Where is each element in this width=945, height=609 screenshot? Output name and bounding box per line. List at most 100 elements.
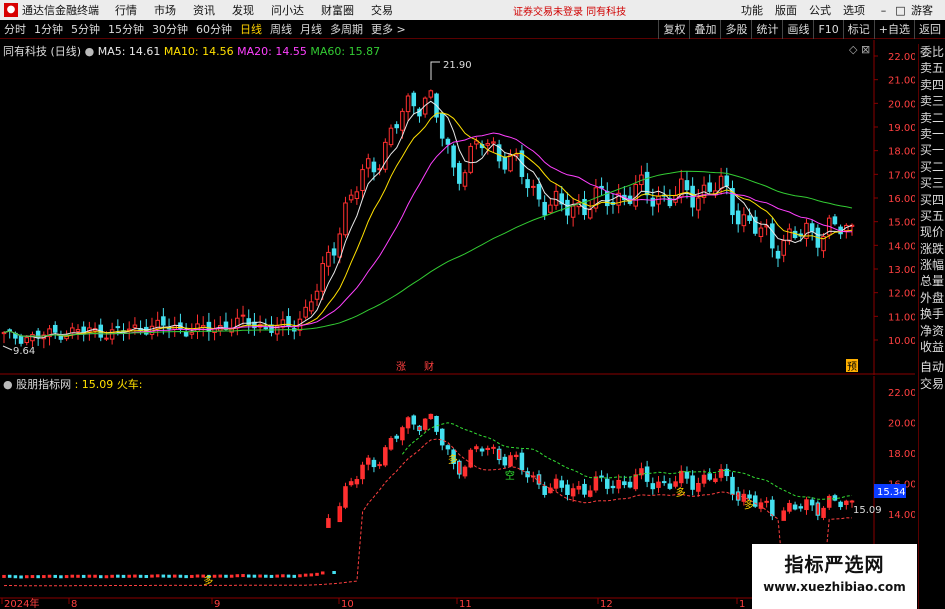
sidebar-item[interactable]: 买三 bbox=[919, 175, 945, 191]
sub-candle-body bbox=[195, 574, 200, 578]
chart-options-icon[interactable]: ◇ ⊠ bbox=[849, 43, 870, 56]
sidebar-item[interactable]: 现价 bbox=[919, 224, 945, 240]
sub-candle-body bbox=[622, 481, 627, 486]
sidebar-item[interactable]: 外盘 bbox=[919, 290, 945, 306]
sub-candle-body bbox=[133, 574, 137, 578]
sub-candle-body bbox=[701, 474, 707, 484]
x-tick-label: 10 bbox=[341, 599, 354, 609]
menu-wenxiaoda[interactable]: 问小达 bbox=[271, 2, 304, 18]
tab-60min[interactable]: 60分钟 bbox=[192, 21, 236, 37]
menu-banmian[interactable]: 版面 bbox=[775, 2, 797, 18]
candle-body bbox=[832, 216, 838, 225]
back-button[interactable]: 返回 bbox=[914, 20, 945, 39]
candle-body bbox=[684, 180, 690, 191]
tab-15min[interactable]: 15分钟 bbox=[104, 21, 148, 37]
candle-body bbox=[189, 332, 195, 335]
sub-candle-body bbox=[849, 500, 855, 503]
user-label[interactable]: 游客 bbox=[911, 2, 933, 18]
menu-shichang[interactable]: 市场 bbox=[154, 2, 176, 18]
sidebar-item[interactable]: 净资 bbox=[919, 323, 945, 339]
menu-hangqing[interactable]: 行情 bbox=[115, 2, 137, 18]
tab-weekly[interactable]: 周线 bbox=[266, 21, 296, 37]
kline-chart[interactable]: 22.00 21.00 20.00 19.00 18.00 17.00 16.00 15.00… bbox=[0, 40, 915, 375]
candle-body bbox=[371, 161, 377, 173]
auto-trade-label[interactable]: 交易 bbox=[919, 376, 945, 392]
tab-monthly[interactable]: 月线 bbox=[296, 21, 326, 37]
menu-faxian[interactable]: 发现 bbox=[232, 2, 254, 18]
tab-daily[interactable]: 日线 bbox=[236, 21, 266, 37]
menu-zixun[interactable]: 资讯 bbox=[193, 2, 215, 18]
maximize-icon[interactable]: □ bbox=[894, 4, 907, 17]
sub-candle-body bbox=[246, 574, 251, 578]
sub-candle-body bbox=[332, 571, 336, 575]
menu-gongshi[interactable]: 公式 bbox=[809, 2, 831, 18]
tab-more[interactable]: 更多 > bbox=[367, 21, 410, 37]
sub-candle-body bbox=[155, 574, 160, 578]
indicator-settings-icon[interactable]: ● bbox=[3, 378, 13, 391]
draw-line-button[interactable]: 画线 bbox=[782, 20, 813, 39]
minimize-icon[interactable]: – bbox=[877, 4, 890, 17]
sub-candle-body bbox=[400, 427, 405, 441]
sub-candle-body bbox=[673, 481, 678, 487]
indicator-value: : 15.09 bbox=[74, 378, 114, 391]
sidebar-item[interactable]: 卖五 bbox=[919, 60, 945, 76]
price-tick-label: 11.00 bbox=[888, 312, 915, 323]
auto-trade-label[interactable]: 自动 bbox=[919, 359, 945, 375]
tab-1min[interactable]: 1分钟 bbox=[30, 21, 67, 37]
sidebar-item[interactable]: 总量 bbox=[919, 273, 945, 289]
sub-candle-body bbox=[303, 573, 308, 577]
sub-candle-body bbox=[644, 466, 650, 482]
tab-multi-period[interactable]: 多周期 bbox=[326, 21, 367, 37]
stats-button[interactable]: 统计 bbox=[751, 20, 782, 39]
trade-login-notice[interactable]: 证券交易未登录 同有科技 bbox=[513, 3, 626, 18]
price-tick-label: 21.00 bbox=[888, 76, 915, 87]
overlay-button[interactable]: 叠加 bbox=[689, 20, 720, 39]
sub-tick-label: 18.00 bbox=[888, 449, 915, 460]
sidebar-item[interactable]: 买四 bbox=[919, 192, 945, 208]
candle-body bbox=[525, 179, 530, 189]
x-tick-label: 9 bbox=[214, 599, 220, 609]
sub-candle-body bbox=[491, 446, 496, 449]
sub-candle-body bbox=[70, 574, 75, 578]
menu-jiaoyi[interactable]: 交易 bbox=[371, 2, 393, 18]
settings-icon[interactable]: ● bbox=[85, 45, 95, 58]
sub-candle-body bbox=[559, 480, 565, 488]
f10-button[interactable]: F10 bbox=[813, 20, 842, 39]
menu-caifuquan[interactable]: 财富圈 bbox=[321, 2, 354, 18]
tab-5min[interactable]: 5分钟 bbox=[67, 21, 104, 37]
mark-button[interactable]: 标记 bbox=[842, 20, 874, 39]
menu-gongneng[interactable]: 功能 bbox=[741, 2, 763, 18]
sub-candle-body bbox=[348, 481, 354, 486]
sub-candle-body bbox=[815, 502, 821, 516]
candle-body bbox=[439, 113, 445, 139]
tab-fenshi[interactable]: 分时 bbox=[0, 21, 30, 37]
sidebar-item[interactable]: 卖一 bbox=[919, 126, 945, 142]
sidebar-item[interactable]: 收益 bbox=[919, 339, 945, 355]
ma10-label: MA10: 14.56 bbox=[163, 45, 234, 58]
sub-candle-body bbox=[190, 574, 194, 578]
sidebar-item[interactable]: 买五 bbox=[919, 208, 945, 224]
sub-candle-body bbox=[93, 574, 97, 578]
main-legend: 同有科技 (日线) ● MA5: 14.61 MA10: 14.56 MA20:… bbox=[3, 43, 380, 59]
sidebar-item[interactable]: 卖三 bbox=[919, 93, 945, 109]
candle-body bbox=[457, 163, 462, 184]
add-watchlist-button[interactable]: +自选 bbox=[873, 20, 914, 39]
multi-stock-button[interactable]: 多股 bbox=[720, 20, 751, 39]
menu-xuanxiang[interactable]: 选项 bbox=[843, 2, 865, 18]
tab-30min[interactable]: 30分钟 bbox=[148, 21, 192, 37]
candle-body bbox=[548, 204, 553, 213]
sidebar-item[interactable]: 涨幅 bbox=[919, 257, 945, 273]
sidebar-item[interactable]: 卖四 bbox=[919, 77, 945, 93]
sidebar-item[interactable]: 换手 bbox=[919, 306, 945, 322]
sidebar-item[interactable]: 委比 bbox=[919, 44, 945, 60]
sub-candle-body bbox=[752, 495, 758, 507]
fuquan-button[interactable]: 复权 bbox=[658, 20, 689, 39]
sidebar-item[interactable]: 卖二 bbox=[919, 110, 945, 126]
sidebar-item[interactable]: 买一 bbox=[919, 142, 945, 158]
sub-candle-body bbox=[826, 495, 832, 508]
sub-candle-body bbox=[81, 574, 86, 578]
sidebar-item[interactable]: 涨跌 bbox=[919, 241, 945, 257]
sidebar-item[interactable]: 买二 bbox=[919, 159, 945, 175]
sub-candle-body bbox=[690, 475, 695, 490]
title-bar: ● 通达信金融终端 行情 市场 资讯 发现 问小达 财富圈 交易 证券交易未登录… bbox=[0, 0, 945, 20]
